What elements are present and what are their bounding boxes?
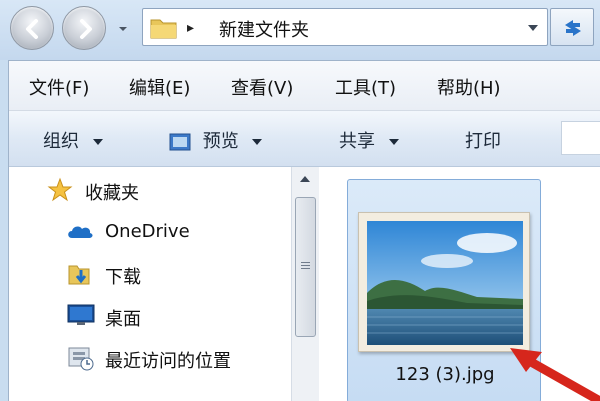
search-input[interactable] [561,121,600,155]
star-icon [47,177,73,202]
share-button[interactable]: 共享 [339,127,399,153]
refresh-button[interactable] [550,8,594,46]
nav-item-label: 收藏夹 [85,183,139,204]
desktop-icon [67,304,95,325]
landscape-photo-icon [367,221,523,345]
organize-button[interactable]: 组织 [43,127,103,153]
forward-arrow-icon [80,19,92,39]
back-arrow-icon [26,19,38,39]
organize-label: 组织 [43,131,79,152]
preview-label: 预览 [202,131,239,152]
download-folder-icon [68,265,90,285]
nav-pane-scrollbar[interactable] [291,167,319,401]
recent-places-icon [68,347,94,371]
menu-bar: 文件(F) 编辑(E) 查看(V) 工具(T) 帮助(H) [9,61,600,111]
nav-item-favorites[interactable]: 收藏夹 [9,171,291,207]
cloud-icon [68,226,93,238]
address-history-dropdown-icon[interactable] [527,23,539,33]
command-bar: 组织 预览 共享 打印 [9,111,600,167]
navigation-pane: 收藏夹 OneDrive 下载 桌面 最近访问的位置 [9,167,291,401]
back-button[interactable] [10,6,54,50]
folder-icon [150,19,177,39]
share-label: 共享 [339,131,375,152]
nav-item-desktop[interactable]: 桌面 [9,297,291,333]
chevron-down-icon [252,139,263,145]
image-thumbnail [358,212,530,352]
nav-item-label: OneDrive [105,221,190,242]
scrollbar-thumb[interactable] [295,197,316,337]
nav-item-onedrive[interactable]: OneDrive [9,213,291,249]
print-button[interactable]: 打印 [465,127,501,153]
menu-edit[interactable]: 编辑(E) [129,74,190,100]
scrollbar-grip-icon [301,262,310,271]
chevron-down-icon [388,139,399,145]
breadcrumb-separator[interactable]: ▸ [187,20,194,36]
nav-item-label: 最近访问的位置 [105,351,231,372]
nav-item-label: 桌面 [105,309,141,330]
breadcrumb-current-folder[interactable]: 新建文件夹 [219,16,309,42]
address-bar[interactable]: ▸ 新建文件夹 [142,8,548,46]
address-toolbar: ▸ 新建文件夹 [0,0,600,60]
preview-icon [169,133,191,151]
preview-button[interactable]: 预览 [169,127,263,153]
chevron-down-icon [92,139,103,145]
annotation-arrow-icon [510,348,600,401]
menu-tools[interactable]: 工具(T) [335,74,396,100]
recent-pages-dropdown-icon[interactable] [118,24,128,34]
nav-item-downloads[interactable]: 下载 [9,255,291,291]
nav-item-recent-places[interactable]: 最近访问的位置 [9,339,291,375]
menu-file[interactable]: 文件(F) [29,74,89,100]
forward-button[interactable] [62,6,106,50]
menu-view[interactable]: 查看(V) [231,74,293,100]
refresh-icon [565,20,581,36]
scroll-up-arrow-icon[interactable] [299,175,311,183]
menu-help[interactable]: 帮助(H) [437,74,501,100]
nav-item-label: 下载 [105,267,141,288]
